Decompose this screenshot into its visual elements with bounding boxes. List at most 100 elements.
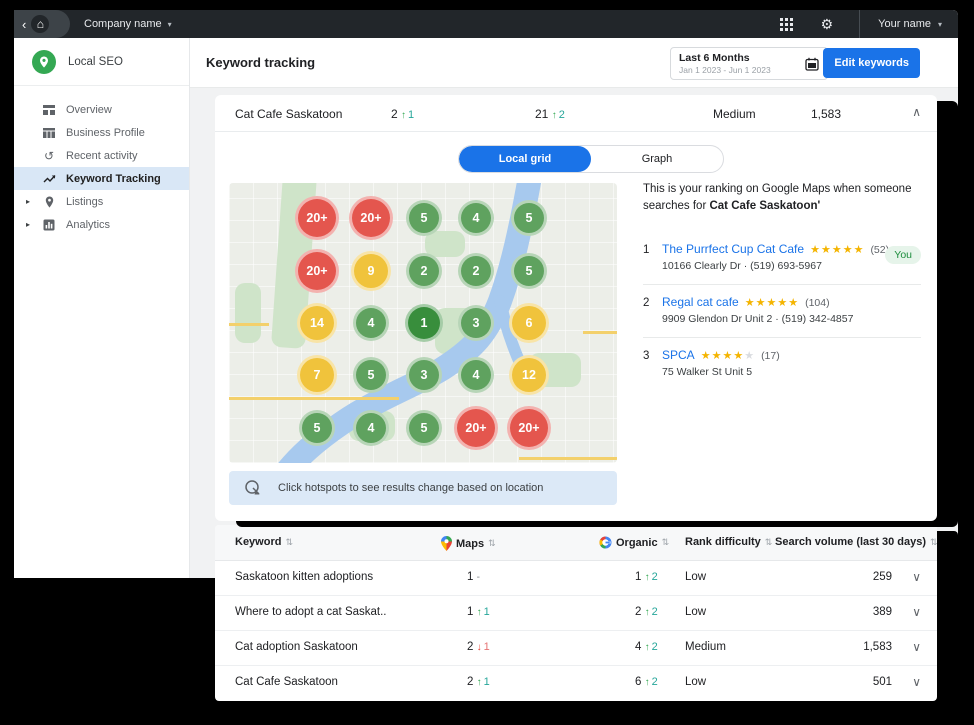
star-icon: ★ bbox=[821, 244, 832, 256]
cell-keyword: Cat adoption Saskatoon bbox=[235, 641, 358, 653]
maps-pin-icon bbox=[441, 536, 452, 551]
result-address: 75 Walker St Unit 5 bbox=[662, 366, 921, 378]
google-g-icon bbox=[599, 536, 612, 549]
row-expand-icon[interactable]: ∨ bbox=[912, 640, 921, 654]
sidebar-item-listings[interactable]: ▸ Listings bbox=[14, 190, 189, 213]
map-hotspot[interactable]: 7 bbox=[297, 355, 337, 395]
arrow-icon bbox=[477, 642, 482, 653]
collapse-icon[interactable]: ∧ bbox=[912, 105, 921, 119]
keyword-card-header: Cat Cafe Saskatoon 2 1 21 2 Medium 1,583… bbox=[215, 95, 937, 132]
cell-maps-rank: 1 1 bbox=[467, 606, 490, 618]
cell-maps-rank: 2 1 bbox=[467, 641, 490, 653]
date-range-picker[interactable]: Last 6 Months Jan 1 2023 - Jun 1 2023 bbox=[670, 47, 828, 80]
map-hotspot[interactable]: 4 bbox=[353, 410, 389, 446]
column-maps[interactable]: Maps⇅ bbox=[441, 536, 496, 551]
company-dropdown[interactable]: Company name ▾ bbox=[84, 10, 172, 38]
map-hotspot[interactable]: 14 bbox=[297, 303, 337, 343]
map-hotspot[interactable]: 4 bbox=[458, 200, 494, 236]
tab-graph[interactable]: Graph bbox=[591, 146, 723, 172]
back-icon[interactable]: ‹ bbox=[22, 18, 26, 31]
date-range-label: Last 6 Months bbox=[679, 52, 805, 64]
result-rank: 2 bbox=[643, 297, 649, 309]
column-rank-difficulty[interactable]: Rank difficulty⇅ bbox=[685, 536, 772, 548]
edit-keywords-button[interactable]: Edit keywords bbox=[823, 48, 920, 78]
map-hotspot[interactable]: 4 bbox=[458, 357, 494, 393]
map-hotspot[interactable]: 5 bbox=[511, 200, 547, 236]
map-hotspot[interactable]: 5 bbox=[353, 357, 389, 393]
star-icon: ★ bbox=[712, 350, 723, 362]
map-hotspot[interactable]: 5 bbox=[406, 200, 442, 236]
local-grid-map: 20+20+54520+922514413675341254520+20+ bbox=[229, 183, 617, 463]
map-road bbox=[583, 331, 617, 334]
map-hotspot[interactable]: 4 bbox=[353, 305, 389, 341]
tab-local-grid[interactable]: Local grid bbox=[459, 146, 591, 172]
ranking-intro-keyword: Cat Cafe Saskatoon' bbox=[709, 200, 820, 212]
user-dropdown[interactable]: Your name ▾ bbox=[878, 18, 948, 30]
sidebar-item-analytics[interactable]: ▸ Analytics bbox=[14, 213, 189, 236]
date-range-value: Jan 1 2023 - Jun 1 2023 bbox=[679, 65, 805, 75]
map-hotspot[interactable]: 20+ bbox=[454, 406, 498, 450]
table-row[interactable]: Cat adoption Saskatoon2 14 2Medium1,583∨ bbox=[215, 631, 937, 666]
sidebar-item-keyword-tracking[interactable]: Keyword Tracking bbox=[14, 167, 189, 190]
arrow-icon bbox=[645, 607, 650, 618]
arrow-icon bbox=[645, 642, 650, 653]
map-hotspot[interactable]: 20+ bbox=[507, 406, 551, 450]
view-tabs: Local grid Graph bbox=[458, 145, 724, 173]
star-icon: ★ bbox=[854, 244, 865, 256]
cell-organic-rank: 2 2 bbox=[635, 606, 658, 618]
expand-caret-icon[interactable]: ▸ bbox=[26, 197, 30, 206]
column-keyword[interactable]: Keyword⇅ bbox=[235, 536, 293, 548]
map-hotspot[interactable]: 3 bbox=[406, 357, 442, 393]
star-icon: ★ bbox=[843, 244, 854, 256]
table-row[interactable]: Saskatoon kitten adoptions1 1 2Low259∨ bbox=[215, 561, 937, 596]
apps-grid-button[interactable] bbox=[780, 18, 793, 31]
column-search-volume[interactable]: Search volume (last 30 days)⇅ bbox=[775, 536, 938, 548]
page-title: Keyword tracking bbox=[206, 55, 315, 70]
table-row[interactable]: Cat Cafe Saskatoon2 16 2Low501∨ bbox=[215, 666, 937, 701]
ranking-result: 2 Regal cat cafe ★★★★★ (104) 9909 Glendo… bbox=[643, 284, 921, 337]
sidebar-item-business-profile[interactable]: Business Profile bbox=[14, 121, 189, 144]
back-home-pill[interactable]: ‹ ⌂ bbox=[14, 10, 70, 38]
keyword-name: Cat Cafe Saskatoon bbox=[235, 107, 342, 121]
map-hotspot[interactable]: 5 bbox=[406, 410, 442, 446]
you-badge: You bbox=[885, 246, 921, 264]
row-expand-icon[interactable]: ∨ bbox=[912, 605, 921, 619]
map-hotspot[interactable]: 1 bbox=[405, 304, 443, 342]
map-hotspot[interactable]: 20+ bbox=[295, 196, 339, 240]
cell-maps-rank: 1 bbox=[467, 571, 480, 583]
map-hotspot[interactable]: 20+ bbox=[295, 249, 339, 293]
map-hotspot[interactable]: 6 bbox=[509, 303, 549, 343]
sidebar-item-recent-activity[interactable]: ↺ Recent activity bbox=[14, 144, 189, 167]
row-expand-icon[interactable]: ∨ bbox=[912, 570, 921, 584]
map-hotspot[interactable]: 2 bbox=[406, 253, 442, 289]
cell-rank-difficulty: Low bbox=[685, 606, 706, 618]
result-business-link[interactable]: SPCA bbox=[662, 348, 695, 362]
gear-icon[interactable]: ⚙ bbox=[821, 17, 834, 31]
map-hotspot[interactable]: 3 bbox=[458, 305, 494, 341]
app-logo: Local SEO bbox=[14, 38, 189, 86]
localseo-pin-icon bbox=[32, 50, 56, 74]
column-organic[interactable]: Organic⇅ bbox=[599, 536, 669, 549]
map-hotspot[interactable]: 9 bbox=[351, 251, 391, 291]
result-business-link[interactable]: The Purrfect Cup Cat Cafe bbox=[662, 242, 804, 256]
sidebar-item-overview[interactable]: Overview bbox=[14, 98, 189, 121]
business-profile-icon bbox=[42, 127, 56, 139]
map-hotspot[interactable]: 12 bbox=[509, 355, 549, 395]
map-hotspot[interactable]: 20+ bbox=[349, 196, 393, 240]
map-hotspot[interactable]: 5 bbox=[511, 253, 547, 289]
calendar-icon bbox=[805, 57, 819, 71]
recent-activity-icon: ↺ bbox=[42, 150, 56, 162]
cell-search-volume: 501 bbox=[873, 676, 892, 688]
map-hotspot[interactable]: 5 bbox=[299, 410, 335, 446]
cell-keyword: Cat Cafe Saskatoon bbox=[235, 676, 338, 688]
table-row[interactable]: Where to adopt a cat Saskat..1 12 2Low38… bbox=[215, 596, 937, 631]
row-expand-icon[interactable]: ∨ bbox=[912, 675, 921, 689]
sort-icon: ⇅ bbox=[488, 538, 496, 549]
home-button[interactable]: ⌂ bbox=[31, 15, 49, 33]
expand-caret-icon[interactable]: ▸ bbox=[26, 220, 30, 229]
map-caption-text: Click hotspots to see results change bas… bbox=[278, 482, 543, 494]
map-hotspot[interactable]: 2 bbox=[458, 253, 494, 289]
overview-icon bbox=[42, 104, 56, 116]
result-rank: 3 bbox=[643, 350, 649, 362]
result-business-link[interactable]: Regal cat cafe bbox=[662, 295, 739, 309]
